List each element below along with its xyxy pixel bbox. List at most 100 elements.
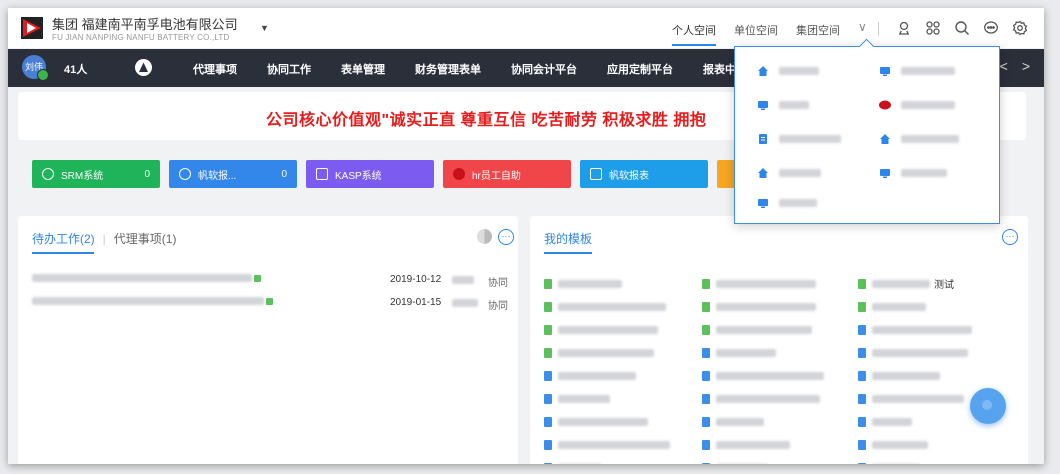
srm-system-button[interactable]: SRM系统 0 (32, 160, 160, 188)
template-item[interactable]: 测试 (858, 272, 972, 295)
finereport-system-button[interactable]: 帆软报... 0 (169, 160, 297, 188)
template-item[interactable] (858, 433, 972, 456)
tab-group-space[interactable]: 集团空间 (796, 22, 840, 46)
space-item[interactable] (879, 133, 959, 145)
template-item[interactable] (858, 318, 972, 341)
template-item[interactable] (544, 341, 670, 364)
doc-icon (858, 370, 866, 381)
form-icon (544, 347, 552, 358)
template-item[interactable] (858, 410, 972, 433)
apps-grid-icon[interactable] (925, 20, 941, 36)
theme-toggle-icon[interactable] (477, 229, 492, 244)
tab-proxy-items[interactable]: 代理事项(1) (114, 230, 177, 247)
chevron-right-icon[interactable]: > (1022, 58, 1030, 74)
template-item[interactable] (544, 272, 670, 295)
space-item[interactable] (757, 65, 819, 77)
finereport-table-button[interactable]: 帆软报表 (580, 160, 708, 188)
divider (878, 22, 879, 36)
template-name-blurred (558, 394, 610, 403)
template-item[interactable] (544, 456, 670, 464)
space-item[interactable] (879, 99, 955, 111)
template-column (544, 272, 670, 464)
floating-assistant-button[interactable] (970, 388, 1006, 424)
space-item[interactable] (757, 197, 817, 209)
template-item[interactable] (858, 456, 972, 464)
nav-item-app-custom[interactable]: 应用定制平台 (607, 61, 673, 77)
todo-sender-blurred (452, 299, 478, 307)
doc-icon (702, 462, 710, 464)
doc-icon (702, 416, 710, 427)
template-name-blurred (716, 371, 824, 380)
form-icon (544, 324, 552, 335)
template-item[interactable] (544, 364, 670, 387)
hr-self-service-button[interactable]: hr员工自助 (443, 160, 571, 188)
templates-panel: 我的模板 ··· 测试 (530, 216, 1028, 464)
template-item[interactable] (544, 433, 670, 456)
tab-unit-space[interactable]: 单位空间 (734, 22, 778, 46)
template-item[interactable] (702, 364, 824, 387)
chevron-down-icon[interactable]: ∨ (858, 20, 867, 34)
doc-icon (858, 324, 866, 335)
nav-item-collab[interactable]: 协同工作 (267, 61, 311, 77)
template-item[interactable] (702, 387, 824, 410)
online-count[interactable]: 41人 (64, 61, 87, 77)
template-item[interactable] (544, 387, 670, 410)
kasp-system-button[interactable]: KASP系统 (306, 160, 434, 188)
template-item[interactable] (702, 456, 824, 464)
message-icon[interactable] (983, 20, 999, 36)
space-item[interactable] (757, 99, 809, 111)
nav-item-forms[interactable]: 表单管理 (341, 61, 385, 77)
more-icon[interactable]: ··· (498, 229, 514, 245)
template-item[interactable] (702, 433, 824, 456)
tab-personal-space[interactable]: 个人空间 (672, 22, 716, 46)
space-item[interactable] (879, 65, 955, 77)
space-name-blurred (779, 169, 821, 177)
nav-item-proxy[interactable]: 代理事项 (193, 61, 237, 77)
avatar[interactable]: 刘伟 (22, 55, 49, 81)
title-underline (544, 252, 592, 254)
template-name-blurred (558, 348, 654, 357)
template-item[interactable] (858, 295, 972, 318)
settings-icon[interactable] (1012, 20, 1028, 36)
space-item[interactable] (757, 133, 841, 145)
doc-icon (858, 416, 866, 427)
template-item[interactable] (858, 387, 972, 410)
nav-item-accounting[interactable]: 协同会计平台 (511, 61, 577, 77)
nav-item-finance-forms[interactable]: 财务管理表单 (415, 61, 481, 77)
search-icon[interactable] (954, 20, 970, 36)
doc-icon (702, 370, 710, 381)
templates-title: 我的模板 (544, 230, 592, 247)
system-label: KASP系统 (335, 170, 382, 182)
space-item[interactable] (879, 167, 947, 179)
template-item[interactable] (702, 272, 824, 295)
template-item[interactable] (544, 318, 670, 341)
form-icon (544, 301, 552, 312)
template-item[interactable] (702, 318, 824, 341)
template-name-blurred (558, 440, 670, 449)
template-item[interactable] (858, 341, 972, 364)
banner-text: 公司核心价值观"诚实正直 尊重互信 吃苦耐劳 积极求胜 拥抱 (266, 112, 707, 129)
template-column: 测试 (858, 272, 972, 464)
system-icon (179, 168, 191, 180)
space-item[interactable] (757, 167, 821, 179)
template-item[interactable] (702, 410, 824, 433)
chevron-left-icon[interactable]: < (1000, 58, 1008, 74)
system-icon (42, 168, 54, 180)
template-item[interactable] (544, 410, 670, 433)
user-badge-icon[interactable] (896, 20, 912, 36)
top-header: 集团 福建南平南孚电池有限公司 FU JIAN NANPING NANFU BA… (8, 8, 1044, 48)
template-item[interactable] (702, 341, 824, 364)
space-name-blurred (901, 67, 955, 75)
template-item[interactable] (858, 364, 972, 387)
template-item[interactable] (702, 295, 824, 318)
todo-row[interactable]: 2019-10-12 协同 (32, 273, 508, 289)
space-name-blurred (901, 169, 947, 177)
todo-row[interactable]: 2019-01-15 协同 (32, 296, 508, 312)
platform-logo-icon[interactable] (135, 59, 152, 76)
space-name-blurred (901, 101, 955, 109)
template-name-blurred (558, 279, 622, 288)
more-icon[interactable]: ··· (1002, 229, 1018, 245)
company-switch-caret-icon[interactable]: ▼ (260, 23, 269, 33)
tab-todo-work[interactable]: 待办工作(2) (32, 230, 95, 247)
template-item[interactable] (544, 295, 670, 318)
